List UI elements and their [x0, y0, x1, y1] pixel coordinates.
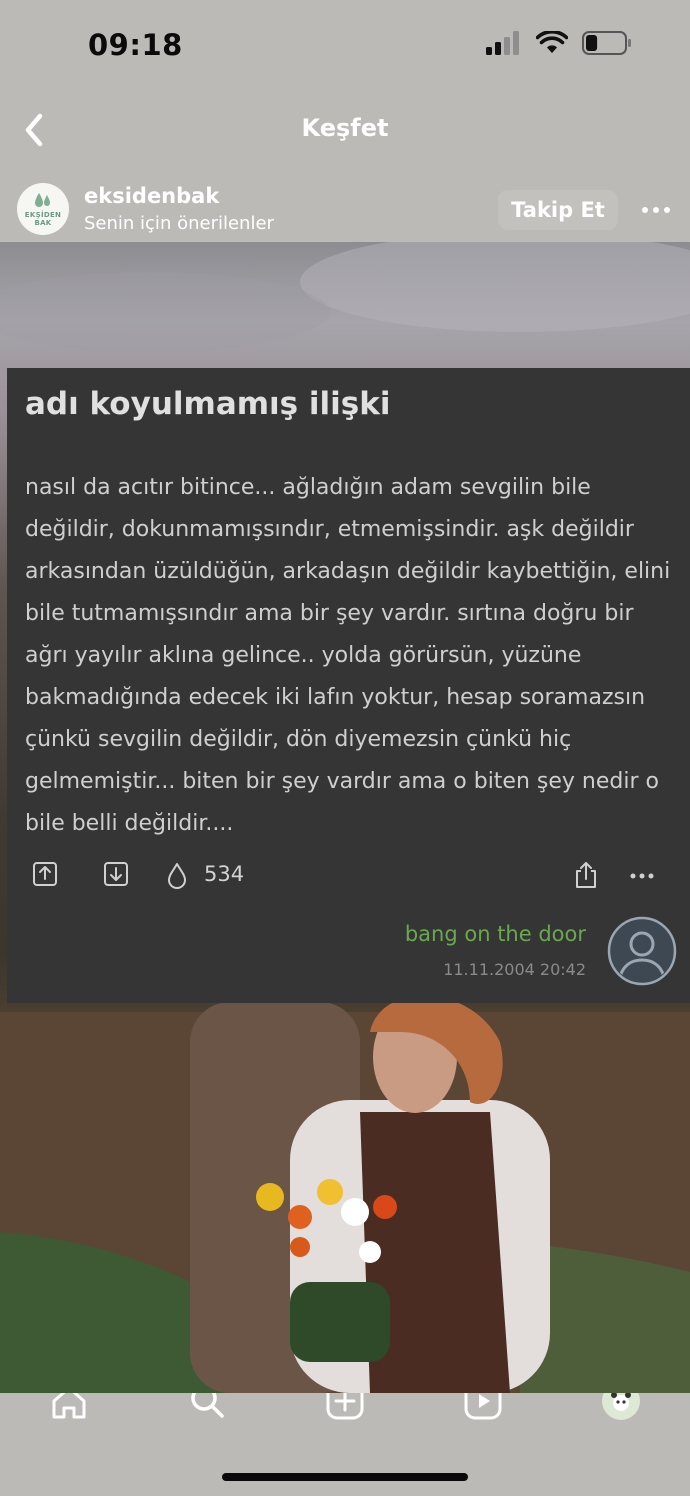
share-icon: [576, 862, 596, 888]
reels-icon: [464, 1393, 502, 1420]
tab-search[interactable]: [186, 1393, 226, 1421]
entry-card: adı koyulmamış ilişki nasıl da acıtır bi…: [7, 368, 690, 1003]
nav-header: Keşfet: [0, 100, 690, 160]
profile-avatar-icon: [602, 1393, 640, 1420]
more-options-button[interactable]: [636, 190, 676, 230]
drop-button[interactable]: [163, 860, 191, 890]
ellipsis-icon: [630, 873, 654, 879]
avatar-logo-text: EKŞİDEN BAK: [24, 211, 62, 227]
account-avatar[interactable]: EKŞİDEN BAK: [17, 183, 69, 235]
entry-author[interactable]: bang on the door: [405, 922, 586, 946]
home-icon: [52, 1393, 86, 1419]
ellipsis-icon: [642, 207, 670, 213]
wifi-icon: [536, 31, 568, 53]
status-time: 09:18: [88, 28, 183, 62]
user-icon: [607, 916, 677, 986]
battery-icon: [582, 31, 631, 55]
tab-reels[interactable]: [463, 1393, 503, 1421]
drop-icon: [168, 863, 186, 889]
tab-home[interactable]: [49, 1393, 89, 1421]
entry-body: nasıl da acıtır bitince... ağladığın ada…: [25, 475, 671, 836]
follow-button[interactable]: Takip Et: [498, 190, 618, 230]
entry-date[interactable]: 11.11.2004 20:42: [443, 960, 586, 979]
signal-icon: [486, 31, 519, 55]
suggestion-subtitle: Senin için önerilenler: [84, 213, 274, 234]
status-icons: [486, 31, 632, 55]
downvote-icon: [104, 862, 128, 886]
add-post-icon: [326, 1393, 364, 1420]
home-indicator[interactable]: [222, 1473, 468, 1481]
upvote-button[interactable]: [31, 860, 59, 888]
status-bar: 09:18: [0, 0, 690, 92]
account-username[interactable]: eksidenbak: [84, 184, 219, 208]
page-title: Keşfet: [301, 114, 389, 142]
drop-count: 534: [204, 862, 245, 886]
search-icon: [191, 1393, 224, 1418]
entry-title[interactable]: adı koyulmamış ilişki: [25, 386, 390, 422]
downvote-button[interactable]: [102, 860, 130, 888]
entry-actions: 534: [7, 858, 690, 894]
share-button[interactable]: [572, 860, 600, 890]
upvote-icon: [33, 862, 57, 886]
author-avatar[interactable]: [607, 916, 677, 986]
tab-create[interactable]: [325, 1393, 365, 1421]
tab-profile[interactable]: [601, 1393, 641, 1421]
entry-more-button[interactable]: [629, 866, 655, 886]
drops-logo-icon: [35, 193, 50, 207]
post-header: EKŞİDEN BAK eksidenbak Senin için öneril…: [0, 178, 690, 242]
